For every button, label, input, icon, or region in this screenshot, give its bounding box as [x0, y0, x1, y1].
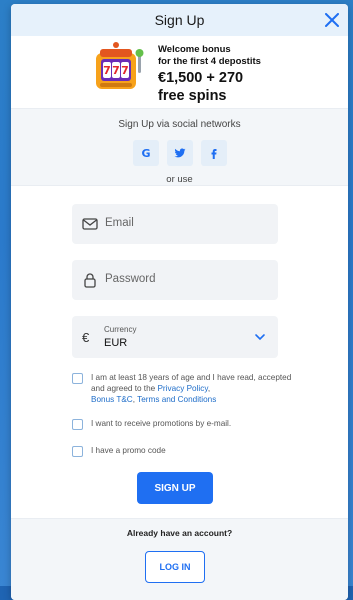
signup-button[interactable]: SIGN UP: [137, 472, 213, 504]
comma-separator-2: ,: [132, 395, 135, 404]
promotions-text: I want to receive promotions by e-mail.: [91, 419, 232, 428]
twitter-button[interactable]: [166, 140, 193, 166]
email-placeholder: Email: [105, 217, 134, 229]
currency-value: EUR: [104, 337, 128, 349]
svg-text:7: 7: [112, 64, 120, 77]
euro-icon: €: [82, 330, 90, 345]
slot-machine-icon: 7 7 7: [96, 42, 144, 89]
age-terms-row: I am at least 18 years of age and I have…: [72, 372, 292, 405]
promo-code-row: I have a promo code: [72, 445, 292, 457]
bonus-tc-link[interactable]: Bonus T&C: [91, 395, 133, 404]
chevron-down-icon: [255, 334, 265, 341]
bonus-line-2: for the first 4 depostits: [158, 56, 261, 67]
modal-title: Sign Up: [154, 12, 205, 28]
social-title: Sign Up via social networks: [118, 119, 241, 130]
promotions-checkbox[interactable]: [72, 419, 83, 430]
bonus-banner: 7 7 7 Welcome bonus for the first 4 depo…: [11, 36, 348, 108]
already-account-text: Already have an account?: [126, 528, 233, 538]
google-icon: G: [141, 147, 150, 159]
bonus-line-1: Welcome bonus: [158, 44, 231, 55]
promo-code-checkbox[interactable]: [72, 446, 83, 457]
bonus-text: Welcome bonus for the first 4 depostits …: [158, 44, 261, 104]
currency-select[interactable]: € Currency EUR: [72, 316, 278, 358]
lock-icon: [84, 273, 96, 288]
signup-modal: Sign Up 7 7 7 Welcome bonus for the firs…: [11, 4, 348, 600]
facebook-button[interactable]: [200, 140, 227, 166]
bonus-amount: €1,500 + 270: [158, 70, 244, 86]
google-button[interactable]: G: [132, 140, 159, 166]
privacy-policy-link[interactable]: Privacy Policy: [157, 384, 207, 393]
mail-icon: [82, 218, 98, 230]
promo-code-text: I have a promo code: [91, 446, 166, 455]
login-button[interactable]: LOG IN: [145, 551, 205, 583]
currency-label: Currency: [104, 325, 137, 334]
close-button[interactable]: [322, 10, 342, 30]
modal-header: Sign Up: [11, 4, 348, 36]
terms-link[interactable]: Terms and Conditions: [137, 395, 216, 404]
promotions-row: I want to receive promotions by e-mail.: [72, 418, 292, 430]
or-use-text: or use: [166, 174, 193, 185]
social-buttons: G: [11, 140, 348, 166]
comma-separator: ,: [207, 384, 211, 393]
facebook-icon: [211, 149, 216, 159]
svg-text:G: G: [141, 147, 150, 159]
svg-text:7: 7: [121, 64, 129, 77]
email-field[interactable]: Email: [72, 204, 278, 244]
close-icon: [325, 13, 339, 27]
login-footer: Already have an account? LOG IN: [11, 518, 348, 600]
twitter-icon: [174, 148, 185, 158]
age-terms-checkbox[interactable]: [72, 373, 83, 384]
password-field[interactable]: Password: [72, 260, 278, 300]
social-signup-section: Sign Up via social networks G or use: [11, 108, 348, 186]
svg-text:7: 7: [103, 64, 111, 77]
password-placeholder: Password: [105, 273, 156, 285]
age-terms-text: I am at least 18 years of age and I have…: [91, 372, 292, 405]
bonus-spins: free spins: [158, 88, 227, 104]
